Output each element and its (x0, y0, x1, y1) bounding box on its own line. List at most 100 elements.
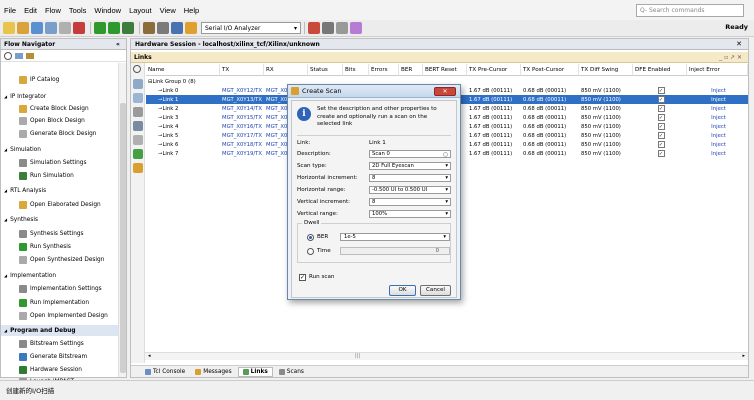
vertical-range-select[interactable]: 100% ▾ (369, 210, 451, 218)
menu-edit[interactable]: Edit (20, 6, 41, 15)
column-header[interactable]: BER (399, 64, 423, 76)
flow-navigator-scrollbar[interactable] (118, 63, 126, 377)
delete-icon[interactable] (73, 22, 85, 34)
scroll-left-icon[interactable]: ◂ (148, 353, 151, 359)
dfe-enabled-checkbox[interactable]: ✓ (657, 132, 665, 139)
run-icon[interactable] (94, 22, 106, 34)
column-header[interactable]: Status (308, 64, 343, 76)
help-icon[interactable] (185, 22, 197, 34)
collapse-all-icon[interactable] (26, 52, 34, 59)
inject-error-button[interactable]: Inject (687, 131, 748, 140)
nav-item[interactable]: Bitstream Settings (1, 338, 119, 349)
column-header[interactable]: Errors (369, 64, 399, 76)
step-icon[interactable] (108, 22, 120, 34)
inject-error-button[interactable]: Inject (687, 122, 748, 131)
ok-button[interactable]: OK (389, 285, 416, 296)
dfe-enabled-checkbox[interactable]: ✓ (657, 141, 665, 148)
column-header[interactable]: TX Pre-Cursor (467, 64, 521, 76)
menu-view[interactable]: View (156, 6, 180, 15)
collapse-all-icon[interactable] (133, 79, 143, 89)
description-field[interactable]: Scan 0 (369, 150, 451, 158)
nav-item[interactable]: Generate Block Design (1, 128, 119, 139)
scan-type-select[interactable]: 2D Full Eyescan ▾ (369, 162, 451, 170)
new-project-icon[interactable] (3, 22, 15, 34)
link-icon[interactable] (133, 121, 143, 131)
dfe-enabled-checkbox[interactable]: ✓ (657, 96, 665, 103)
inject-error-button[interactable]: Inject (687, 113, 748, 122)
nav-section[interactable]: ◢ Program and Debug (1, 325, 119, 336)
open-project-icon[interactable] (17, 22, 29, 34)
nav-item[interactable]: Run Implementation (1, 297, 119, 308)
program-icon[interactable] (122, 22, 134, 34)
horizontal-increment-select[interactable]: 8 ▾ (369, 174, 451, 182)
dialog-close-button[interactable]: ✕ (434, 87, 456, 96)
marker-icon[interactable] (322, 22, 334, 34)
group-icon[interactable] (133, 107, 143, 117)
column-header[interactable]: DFE Enabled (633, 64, 687, 76)
horizontal-scrollbar[interactable]: ◂ ||| ▸ (145, 352, 748, 360)
save-icon[interactable] (31, 22, 43, 34)
debug-icon[interactable] (308, 22, 320, 34)
nav-item[interactable]: Simulation Settings (1, 157, 119, 168)
horizontal-range-select[interactable]: -0.500 UI to 0.500 UI ▾ (369, 186, 451, 194)
search-commands-input[interactable]: Q- Search commands (636, 4, 744, 17)
nav-section[interactable]: ◢ Simulation (1, 144, 119, 155)
close-icon[interactable]: ✕ (736, 40, 742, 48)
dfe-enabled-checkbox[interactable]: ✓ (657, 87, 665, 94)
nav-section[interactable]: ◢ RTL Analysis (1, 185, 119, 196)
search-icon[interactable] (4, 51, 12, 60)
nav-item[interactable]: Implementation Settings (1, 283, 119, 294)
inject-error-button[interactable]: Inject (687, 86, 748, 95)
scan-icon[interactable] (133, 163, 143, 173)
flow-navigator-scroll-thumb[interactable] (120, 103, 126, 373)
properties-icon[interactable] (133, 135, 143, 145)
probe-icon[interactable] (336, 22, 348, 34)
cancel-button[interactable]: Cancel (420, 285, 451, 296)
nav-section[interactable]: ◢ IP Integrator (1, 91, 119, 102)
nav-item[interactable]: IP Catalog (1, 74, 119, 85)
column-header[interactable]: Bits (343, 64, 369, 76)
expand-triangle-icon[interactable]: ◢ (4, 188, 7, 193)
time-radio[interactable] (307, 248, 314, 255)
nav-item[interactable]: Run Synthesis (1, 241, 119, 252)
sum-icon[interactable] (171, 22, 183, 34)
menu-window[interactable]: Window (90, 6, 125, 15)
scroll-grip-icon[interactable]: ||| (355, 353, 360, 359)
scroll-right-icon[interactable]: ▸ (742, 353, 745, 359)
nav-item[interactable]: Generate Bitstream (1, 351, 119, 362)
ber-select[interactable]: 1e-5 ▾ (340, 233, 450, 241)
expand-triangle-icon[interactable]: ◢ (4, 217, 7, 222)
inject-error-button[interactable]: Inject (687, 104, 748, 113)
nav-item[interactable]: Synthesis Settings (1, 228, 119, 239)
column-header[interactable]: Name (146, 64, 220, 76)
menu-file[interactable]: File (0, 6, 20, 15)
nav-section[interactable]: ◢ Synthesis (1, 214, 119, 225)
dfe-enabled-checkbox[interactable]: ✓ (657, 123, 665, 130)
nav-item[interactable]: Open Implemented Design (1, 310, 119, 321)
expand-triangle-icon[interactable]: ◢ (4, 94, 7, 99)
collapse-panel-icon[interactable]: « (116, 41, 120, 48)
panel-window-controls-icon[interactable]: _ ▫ ↗ ✕ (719, 54, 742, 61)
settings-icon[interactable] (143, 22, 155, 34)
create-scan-icon[interactable] (133, 149, 143, 159)
inject-error-button[interactable]: Inject (687, 149, 748, 158)
time-field[interactable]: 0 (340, 247, 450, 255)
nav-item[interactable]: Open Elaborated Design (1, 199, 119, 210)
nav-item[interactable]: Run Simulation (1, 170, 119, 181)
bottom-tab-scans[interactable]: Scans (275, 368, 308, 376)
expand-all-icon[interactable] (133, 93, 143, 103)
run-scan-checkbox[interactable]: ✓ (299, 274, 306, 281)
paste-icon[interactable] (59, 22, 71, 34)
expand-all-icon[interactable] (15, 52, 23, 59)
menu-tools[interactable]: Tools (65, 6, 91, 15)
dfe-enabled-checkbox[interactable]: ✓ (657, 150, 665, 157)
expand-triangle-icon[interactable]: ◢ (4, 147, 7, 152)
dfe-enabled-checkbox[interactable]: ✓ (657, 114, 665, 121)
column-header[interactable]: TX Post-Cursor (521, 64, 579, 76)
tools-icon[interactable] (157, 22, 169, 34)
menu-layout[interactable]: Layout (125, 6, 156, 15)
column-header[interactable]: TX (220, 64, 264, 76)
nav-section[interactable]: ◢ Implementation (1, 270, 119, 281)
copy-icon[interactable] (45, 22, 57, 34)
info-icon[interactable] (350, 22, 362, 34)
